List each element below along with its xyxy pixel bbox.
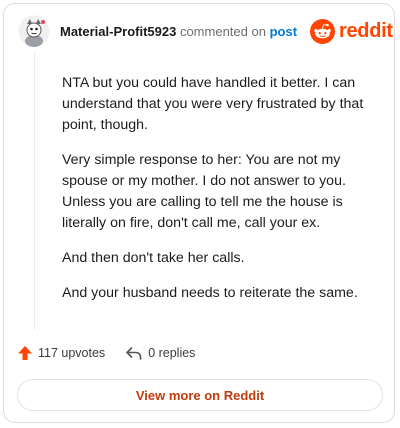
- comment-body: NTA but you could have handled it better…: [62, 73, 372, 318]
- view-more-button[interactable]: View more on Reddit: [17, 379, 383, 411]
- reply-arrow-icon: [126, 347, 142, 360]
- avatar-icon: [18, 15, 50, 47]
- comment-paragraph: And then don't take her calls.: [62, 250, 245, 266]
- post-link[interactable]: post: [270, 24, 297, 39]
- comment-paragraph: NTA but you could have handled it better…: [62, 75, 364, 133]
- reddit-logo-text: reddit: [339, 20, 393, 42]
- commented-on-text: commented on: [179, 24, 266, 39]
- replies-button[interactable]: 0 replies: [125, 345, 195, 361]
- username[interactable]: Material-Profit5923: [60, 24, 176, 39]
- thread-line: [34, 52, 35, 330]
- comment-paragraph: And your husband needs to reiterate the …: [62, 285, 358, 301]
- replies-count: 0 replies: [148, 346, 196, 360]
- comment-actions: 117 upvotes 0 replies: [17, 345, 195, 361]
- reddit-logo[interactable]: reddit: [310, 19, 393, 44]
- reddit-logo-icon: [310, 19, 335, 44]
- comment-header: Material-Profit5923 commented on post: [60, 24, 297, 40]
- upvotes-count: 117 upvotes: [38, 346, 106, 360]
- upvote-arrow-icon: [18, 346, 32, 360]
- avatar[interactable]: [18, 15, 50, 47]
- comment-paragraph: Very simple response to her: You are not…: [62, 152, 346, 231]
- upvote-button[interactable]: 117 upvotes: [17, 345, 105, 361]
